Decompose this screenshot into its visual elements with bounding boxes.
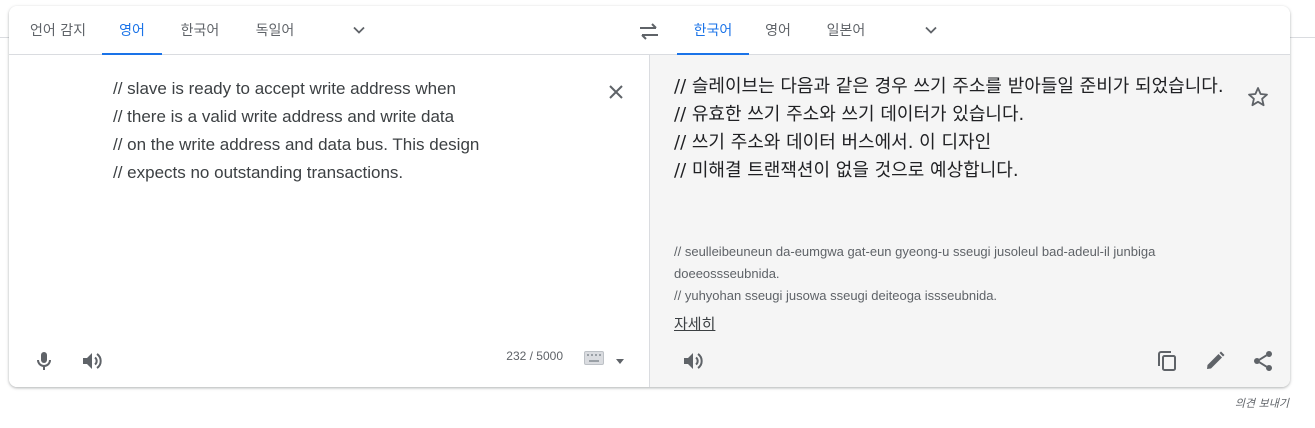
keyboard-icon[interactable] [584,350,604,365]
romanization-text: // seulleibeuneun da-eumgwa gat-eun gyeo… [674,244,1156,303]
language-bar: 언어 감지 영어 한국어 독일어 한국어 영어 일본어 [9,6,1290,55]
copy-icon[interactable] [1155,349,1179,373]
edit-translation-pencil-icon[interactable] [1203,349,1227,373]
translator-card: 언어 감지 영어 한국어 독일어 한국어 영어 일본어 // slave is … [9,6,1290,387]
save-translation-star-icon[interactable] [1246,85,1270,109]
source-speaker-icon[interactable] [80,349,104,373]
tab-source-english[interactable]: 영어 [102,6,162,55]
target-more-languages-chevron-down-icon[interactable] [921,20,941,40]
share-icon[interactable] [1251,349,1275,373]
tab-target-japanese[interactable]: 일본어 [817,6,875,54]
source-text-input[interactable]: // slave is ready to accept write addres… [113,75,603,187]
character-count: 232 / 5000 [506,349,563,363]
more-romanization-link[interactable]: 자세히 [674,313,715,334]
target-pane: // 슬레이브는 다음과 같은 경우 쓰기 주소를 받아들일 준비가 되었습니다… [649,55,1290,387]
swap-languages-icon[interactable] [637,20,661,42]
tab-target-korean[interactable]: 한국어 [677,6,749,55]
source-pane: // slave is ready to accept write addres… [9,55,649,387]
microphone-icon[interactable] [32,349,56,373]
tab-source-korean[interactable]: 한국어 [169,6,231,54]
tab-target-english[interactable]: 영어 [759,6,797,54]
tab-source-detect-language[interactable]: 언어 감지 [17,6,99,54]
source-more-languages-chevron-down-icon[interactable] [349,20,369,40]
keyboard-options-caret-icon[interactable] [615,351,625,364]
target-speaker-icon[interactable] [681,349,705,373]
translation-output: // 슬레이브는 다음과 같은 경우 쓰기 주소를 받아들일 준비가 되었습니다… [674,76,1224,181]
clear-source-close-icon[interactable] [605,81,627,103]
tab-source-german[interactable]: 독일어 [245,6,305,54]
send-feedback-link[interactable]: 의견 보내기 [1200,395,1289,411]
